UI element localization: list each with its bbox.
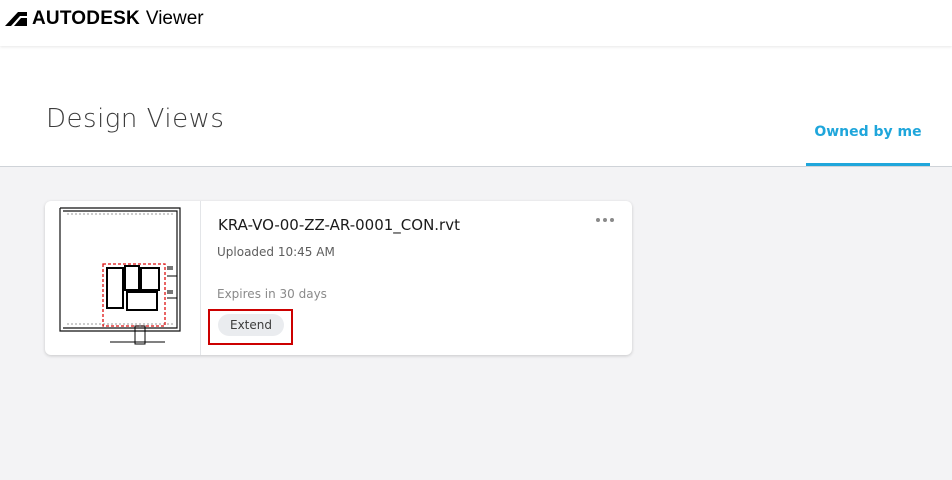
file-card[interactable]: KRA-VO-00-ZZ-AR-0001_CON.rvt Uploaded 10…: [45, 201, 632, 355]
page-title: Design Views: [46, 104, 225, 134]
tab-label: Owned by me: [814, 124, 922, 140]
autodesk-logo-icon: [5, 12, 27, 26]
top-bar: AUTODESK Viewer: [0, 0, 952, 46]
more-options-icon[interactable]: [592, 211, 618, 229]
file-thumbnail[interactable]: [45, 201, 201, 355]
page-header: Design Views Owned by me: [0, 46, 952, 167]
extend-button[interactable]: Extend: [218, 314, 284, 336]
upload-time: Uploaded 10:45 AM: [217, 245, 335, 259]
dot: [603, 218, 607, 222]
floor-plan-thumbnail: [59, 207, 181, 345]
product-name: Viewer: [145, 8, 204, 29]
dot: [610, 218, 614, 222]
autodesk-viewer-logo[interactable]: AUTODESK Viewer: [5, 8, 204, 30]
active-tab-indicator: [806, 163, 930, 166]
expiry-status: Expires in 30 days: [217, 287, 327, 301]
dot: [596, 218, 600, 222]
brand-name: AUTODESK: [32, 8, 140, 29]
tab-owned-by-me[interactable]: Owned by me: [806, 46, 930, 166]
file-name[interactable]: KRA-VO-00-ZZ-AR-0001_CON.rvt: [218, 216, 460, 234]
